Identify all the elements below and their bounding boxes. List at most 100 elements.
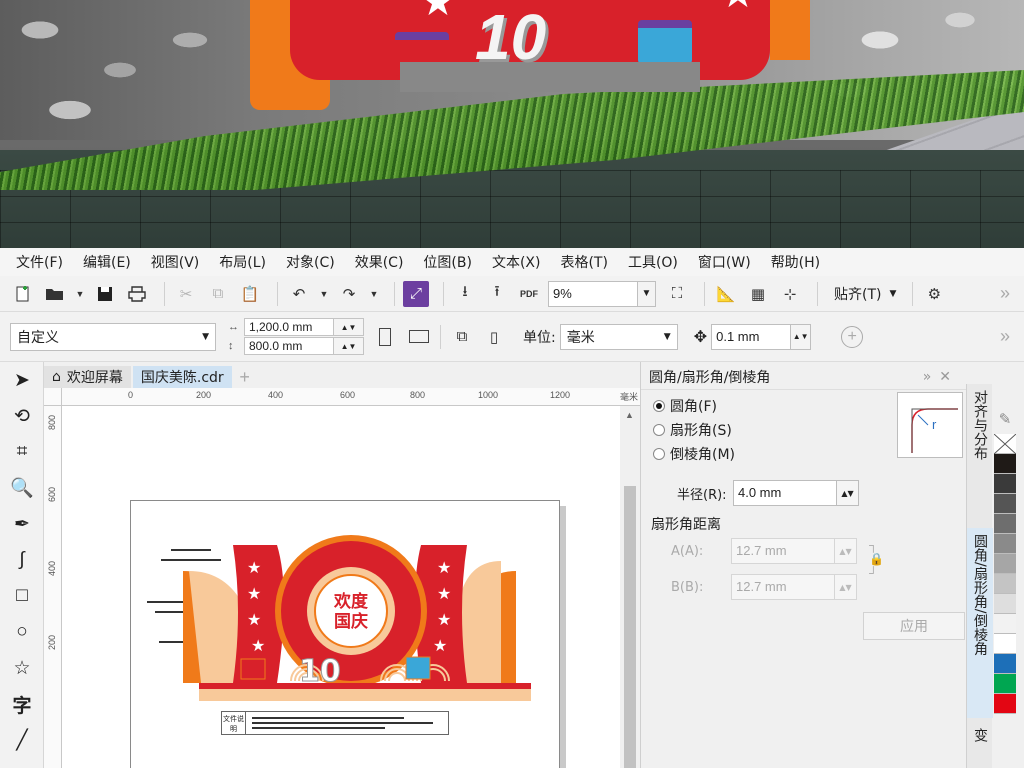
import-icon[interactable]: ⭳ [452,281,478,307]
pdf-export-icon[interactable]: PDF [516,281,542,307]
snap-to-button[interactable]: 贴齐(T) ▼ [834,284,896,304]
scroll-thumb[interactable] [624,486,636,768]
ellipse-tool-icon[interactable]: ○ [0,614,44,650]
tab-align-distribute[interactable]: 对齐与分布 [967,384,993,524]
option-fillet[interactable]: 圆角(F) [653,396,717,416]
radio-fillet[interactable] [653,400,665,412]
color-swatch[interactable] [994,554,1016,574]
color-swatch[interactable] [994,574,1016,594]
color-swatch[interactable] [994,614,1016,634]
menu-effects[interactable]: 效果(C) [355,252,404,272]
color-swatch[interactable] [994,454,1016,474]
print-icon[interactable] [124,281,150,307]
file-info-box[interactable]: 文件说明 [221,711,449,735]
gear-icon[interactable]: ⚙ [921,281,947,307]
radio-scallop[interactable] [653,424,665,436]
horizontal-ruler[interactable]: 0 200 400 600 800 1000 1200 毫米 [62,388,640,406]
option-scallop[interactable]: 扇形角(S) [653,420,732,440]
ruler-origin[interactable] [44,388,62,406]
color-swatch[interactable] [994,674,1016,694]
line-tool-icon[interactable]: ╱ [0,722,44,758]
menu-window[interactable]: 窗口(W) [698,252,751,272]
overflow-chevron-icon[interactable]: » [1000,283,1010,304]
option-chamfer[interactable]: 倒棱角(M) [653,444,735,464]
drawing-canvas[interactable]: ★ ★ ★ ★ ★ ★ ★ ★ 欢度 国庆 10 文件说明 [62,406,620,768]
polygon-tool-icon[interactable]: ☆ [0,650,44,686]
radius-input[interactable]: 4.0 mm [733,480,837,506]
color-swatch[interactable] [994,654,1016,674]
artistic-media-icon[interactable]: ∫ [0,542,44,578]
chevron-down-icon[interactable]: ▼ [318,281,330,307]
menu-file[interactable]: 文件(F) [16,252,63,272]
portrait-button[interactable] [372,324,398,350]
copy-icon[interactable]: ⧉ [205,281,231,307]
new-document-icon[interactable] [10,281,36,307]
lock-icon[interactable]: ┐ 🔒 ┘ [869,538,884,580]
festival-design[interactable]: ★ ★ ★ ★ ★ ★ ★ ★ 欢度 国庆 10 [181,531,581,731]
search-content-icon[interactable]: ⤢ [403,280,429,307]
paste-icon[interactable]: 📋 [237,281,263,307]
no-color-swatch[interactable] [994,434,1016,454]
zoom-tool-icon[interactable]: 🔍 [0,470,44,506]
page-height-input[interactable]: 800.0 mm [244,337,334,355]
pick-tool-icon[interactable]: ➤ [0,362,44,398]
crop-tool-icon[interactable]: ⌗ [0,434,44,470]
distance-b-spinner[interactable]: ▲▼ [835,574,857,600]
show-guidelines-icon[interactable]: ⊹ [777,281,803,307]
color-swatch[interactable] [994,514,1016,534]
redo-icon[interactable]: ↷ [336,281,362,307]
menu-text[interactable]: 文本(X) [492,252,541,272]
close-icon[interactable]: ✕ [939,369,959,385]
apply-button[interactable]: 应用 [863,612,965,640]
width-spinner[interactable]: ▲▼ [334,318,364,336]
tab-welcome-screen[interactable]: ⌂ 欢迎屏幕 [44,366,131,388]
menu-object[interactable]: 对象(C) [286,252,335,272]
collapse-icon[interactable]: » [923,369,940,385]
show-grid-icon[interactable]: ▦ [745,281,771,307]
zoom-level-select[interactable]: 9% ▼ [548,280,656,307]
tab-fillet-scallop-chamfer[interactable]: 圆角/扇形角/倒棱角 [967,528,993,718]
radius-spinner[interactable]: ▲▼ [837,480,859,506]
color-swatch[interactable] [994,694,1016,714]
chevron-down-icon[interactable]: ▼ [368,281,380,307]
menu-table[interactable]: 表格(T) [560,252,607,272]
color-swatch[interactable] [994,474,1016,494]
tab-document[interactable]: 国庆美陈.cdr [132,366,232,388]
add-icon[interactable]: + [841,325,864,348]
distance-a-input[interactable]: 12.7 mm [731,538,835,564]
nudge-spinner[interactable]: ▲▼ [791,323,812,350]
shape-tool-icon[interactable]: ⟲ [0,398,44,434]
save-icon[interactable] [92,281,118,307]
cut-icon[interactable]: ✂ [173,281,199,307]
menu-help[interactable]: 帮助(H) [771,252,820,272]
distance-a-spinner[interactable]: ▲▼ [835,538,857,564]
radio-chamfer[interactable] [653,448,665,460]
overflow-chevron-icon[interactable]: » [1000,326,1010,347]
export-icon[interactable]: ⭱ [484,281,510,307]
distance-b-input[interactable]: 12.7 mm [731,574,835,600]
units-select[interactable]: 毫米 ▼ [559,323,678,350]
new-tab-icon[interactable]: + [234,366,256,388]
text-tool-icon[interactable]: 字 [0,686,44,722]
show-rulers-icon[interactable]: 📐 [713,281,739,307]
full-screen-icon[interactable]: ⛶ [664,281,690,307]
nudge-input[interactable]: 0.1 mm [711,323,792,350]
menu-tools[interactable]: 工具(O) [628,252,678,272]
page-size-select[interactable]: 自定义 ▼ [10,322,216,351]
color-swatch[interactable] [994,634,1016,654]
height-spinner[interactable]: ▲▼ [334,337,364,355]
eyedropper-icon[interactable]: ✎ [994,406,1016,432]
undo-icon[interactable]: ↶ [286,281,312,307]
drawing-page[interactable]: ★ ★ ★ ★ ★ ★ ★ ★ 欢度 国庆 10 文件说明 [130,500,560,768]
vertical-ruler[interactable]: 800 600 400 200 [44,406,62,768]
menu-edit[interactable]: 编辑(E) [83,252,131,272]
page-width-input[interactable]: 1,200.0 mm [244,318,334,336]
current-page-icon[interactable]: ▯ [481,324,507,350]
tab-transform[interactable]: 变 [967,722,993,768]
scroll-up-icon[interactable]: ▲ [625,410,634,420]
menu-view[interactable]: 视图(V) [151,252,200,272]
all-pages-icon[interactable]: ⧉ [449,324,475,350]
rectangle-tool-icon[interactable]: □ [0,578,44,614]
landscape-button[interactable] [406,324,432,350]
menu-layout[interactable]: 布局(L) [219,252,266,272]
